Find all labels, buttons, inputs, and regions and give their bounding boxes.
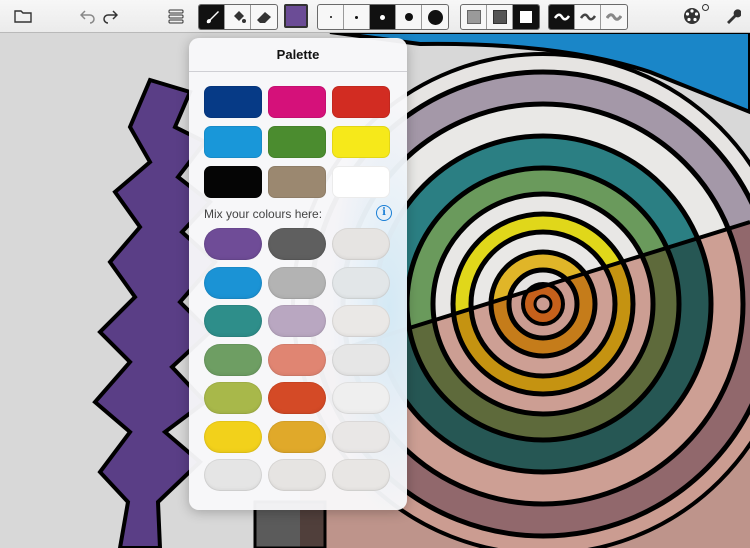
info-icon[interactable]: i bbox=[376, 205, 392, 221]
mix-color-swatch[interactable] bbox=[204, 420, 262, 453]
preset-color-swatch[interactable] bbox=[332, 126, 390, 158]
mix-color-swatch[interactable] bbox=[332, 343, 390, 376]
brush-icon[interactable] bbox=[199, 5, 225, 29]
texture-medium-icon[interactable] bbox=[487, 5, 513, 29]
mix-color-swatch[interactable] bbox=[268, 343, 326, 376]
fill-bucket-icon[interactable] bbox=[225, 5, 251, 29]
wrench-icon[interactable] bbox=[722, 4, 744, 28]
mix-color-swatch[interactable] bbox=[332, 459, 390, 491]
redo-icon[interactable] bbox=[100, 4, 120, 28]
mix-color-swatch[interactable] bbox=[268, 420, 326, 453]
mix-color-swatch[interactable] bbox=[268, 266, 326, 299]
mix-color-swatch[interactable] bbox=[204, 343, 262, 376]
mix-color-swatch[interactable] bbox=[332, 266, 390, 299]
mix-color-swatch[interactable] bbox=[204, 266, 262, 299]
mix-color-swatch[interactable] bbox=[268, 459, 326, 491]
stroke-soft-icon[interactable] bbox=[601, 5, 627, 29]
mix-color-swatch[interactable] bbox=[332, 382, 390, 414]
mix-color-swatch[interactable] bbox=[268, 228, 326, 260]
preset-color-swatch[interactable] bbox=[204, 166, 262, 198]
texture-solid-icon[interactable] bbox=[513, 5, 539, 29]
brush-size-medium[interactable] bbox=[370, 5, 396, 29]
preset-color-swatch[interactable] bbox=[268, 166, 326, 198]
preset-color-swatch[interactable] bbox=[204, 86, 262, 118]
eraser-icon[interactable] bbox=[251, 5, 277, 29]
sliders-icon[interactable] bbox=[166, 4, 186, 28]
preset-color-swatch[interactable] bbox=[332, 86, 390, 118]
stroke-smooth-icon[interactable] bbox=[549, 5, 575, 29]
mix-color-swatch[interactable] bbox=[204, 459, 262, 491]
mix-color-swatch[interactable] bbox=[332, 305, 390, 337]
color-wheel-badge-icon bbox=[700, 2, 710, 12]
palette-popover: Palette Mix your colours here: i bbox=[189, 38, 407, 510]
current-color-swatch[interactable] bbox=[284, 4, 308, 28]
mix-color-swatch[interactable] bbox=[204, 228, 262, 260]
mix-color-swatch[interactable] bbox=[204, 382, 262, 414]
tool-selector bbox=[198, 4, 278, 30]
texture-light-icon[interactable] bbox=[461, 5, 487, 29]
preset-color-swatch[interactable] bbox=[204, 126, 262, 158]
mix-color-swatch[interactable] bbox=[204, 305, 262, 337]
preset-color-swatch[interactable] bbox=[268, 86, 326, 118]
undo-icon[interactable] bbox=[78, 4, 98, 28]
mix-color-swatch[interactable] bbox=[268, 382, 326, 414]
mix-color-swatch[interactable] bbox=[332, 420, 390, 453]
brush-size-tiny[interactable] bbox=[318, 5, 344, 29]
palette-title: Palette bbox=[189, 38, 407, 72]
stroke-style-selector bbox=[548, 4, 628, 30]
preset-color-swatch[interactable] bbox=[332, 166, 390, 198]
mix-colours-label: Mix your colours here: bbox=[204, 207, 323, 221]
mix-color-swatch[interactable] bbox=[332, 228, 390, 260]
brush-size-small[interactable] bbox=[344, 5, 370, 29]
stroke-medium-icon[interactable] bbox=[575, 5, 601, 29]
folder-icon[interactable] bbox=[12, 4, 34, 28]
brush-size-large[interactable] bbox=[396, 5, 422, 29]
brush-size-xlarge[interactable] bbox=[422, 5, 448, 29]
mix-color-swatch[interactable] bbox=[268, 305, 326, 337]
toolbar bbox=[0, 0, 750, 33]
preset-color-swatch[interactable] bbox=[268, 126, 326, 158]
brush-size-selector bbox=[317, 4, 449, 30]
texture-selector bbox=[460, 4, 540, 30]
